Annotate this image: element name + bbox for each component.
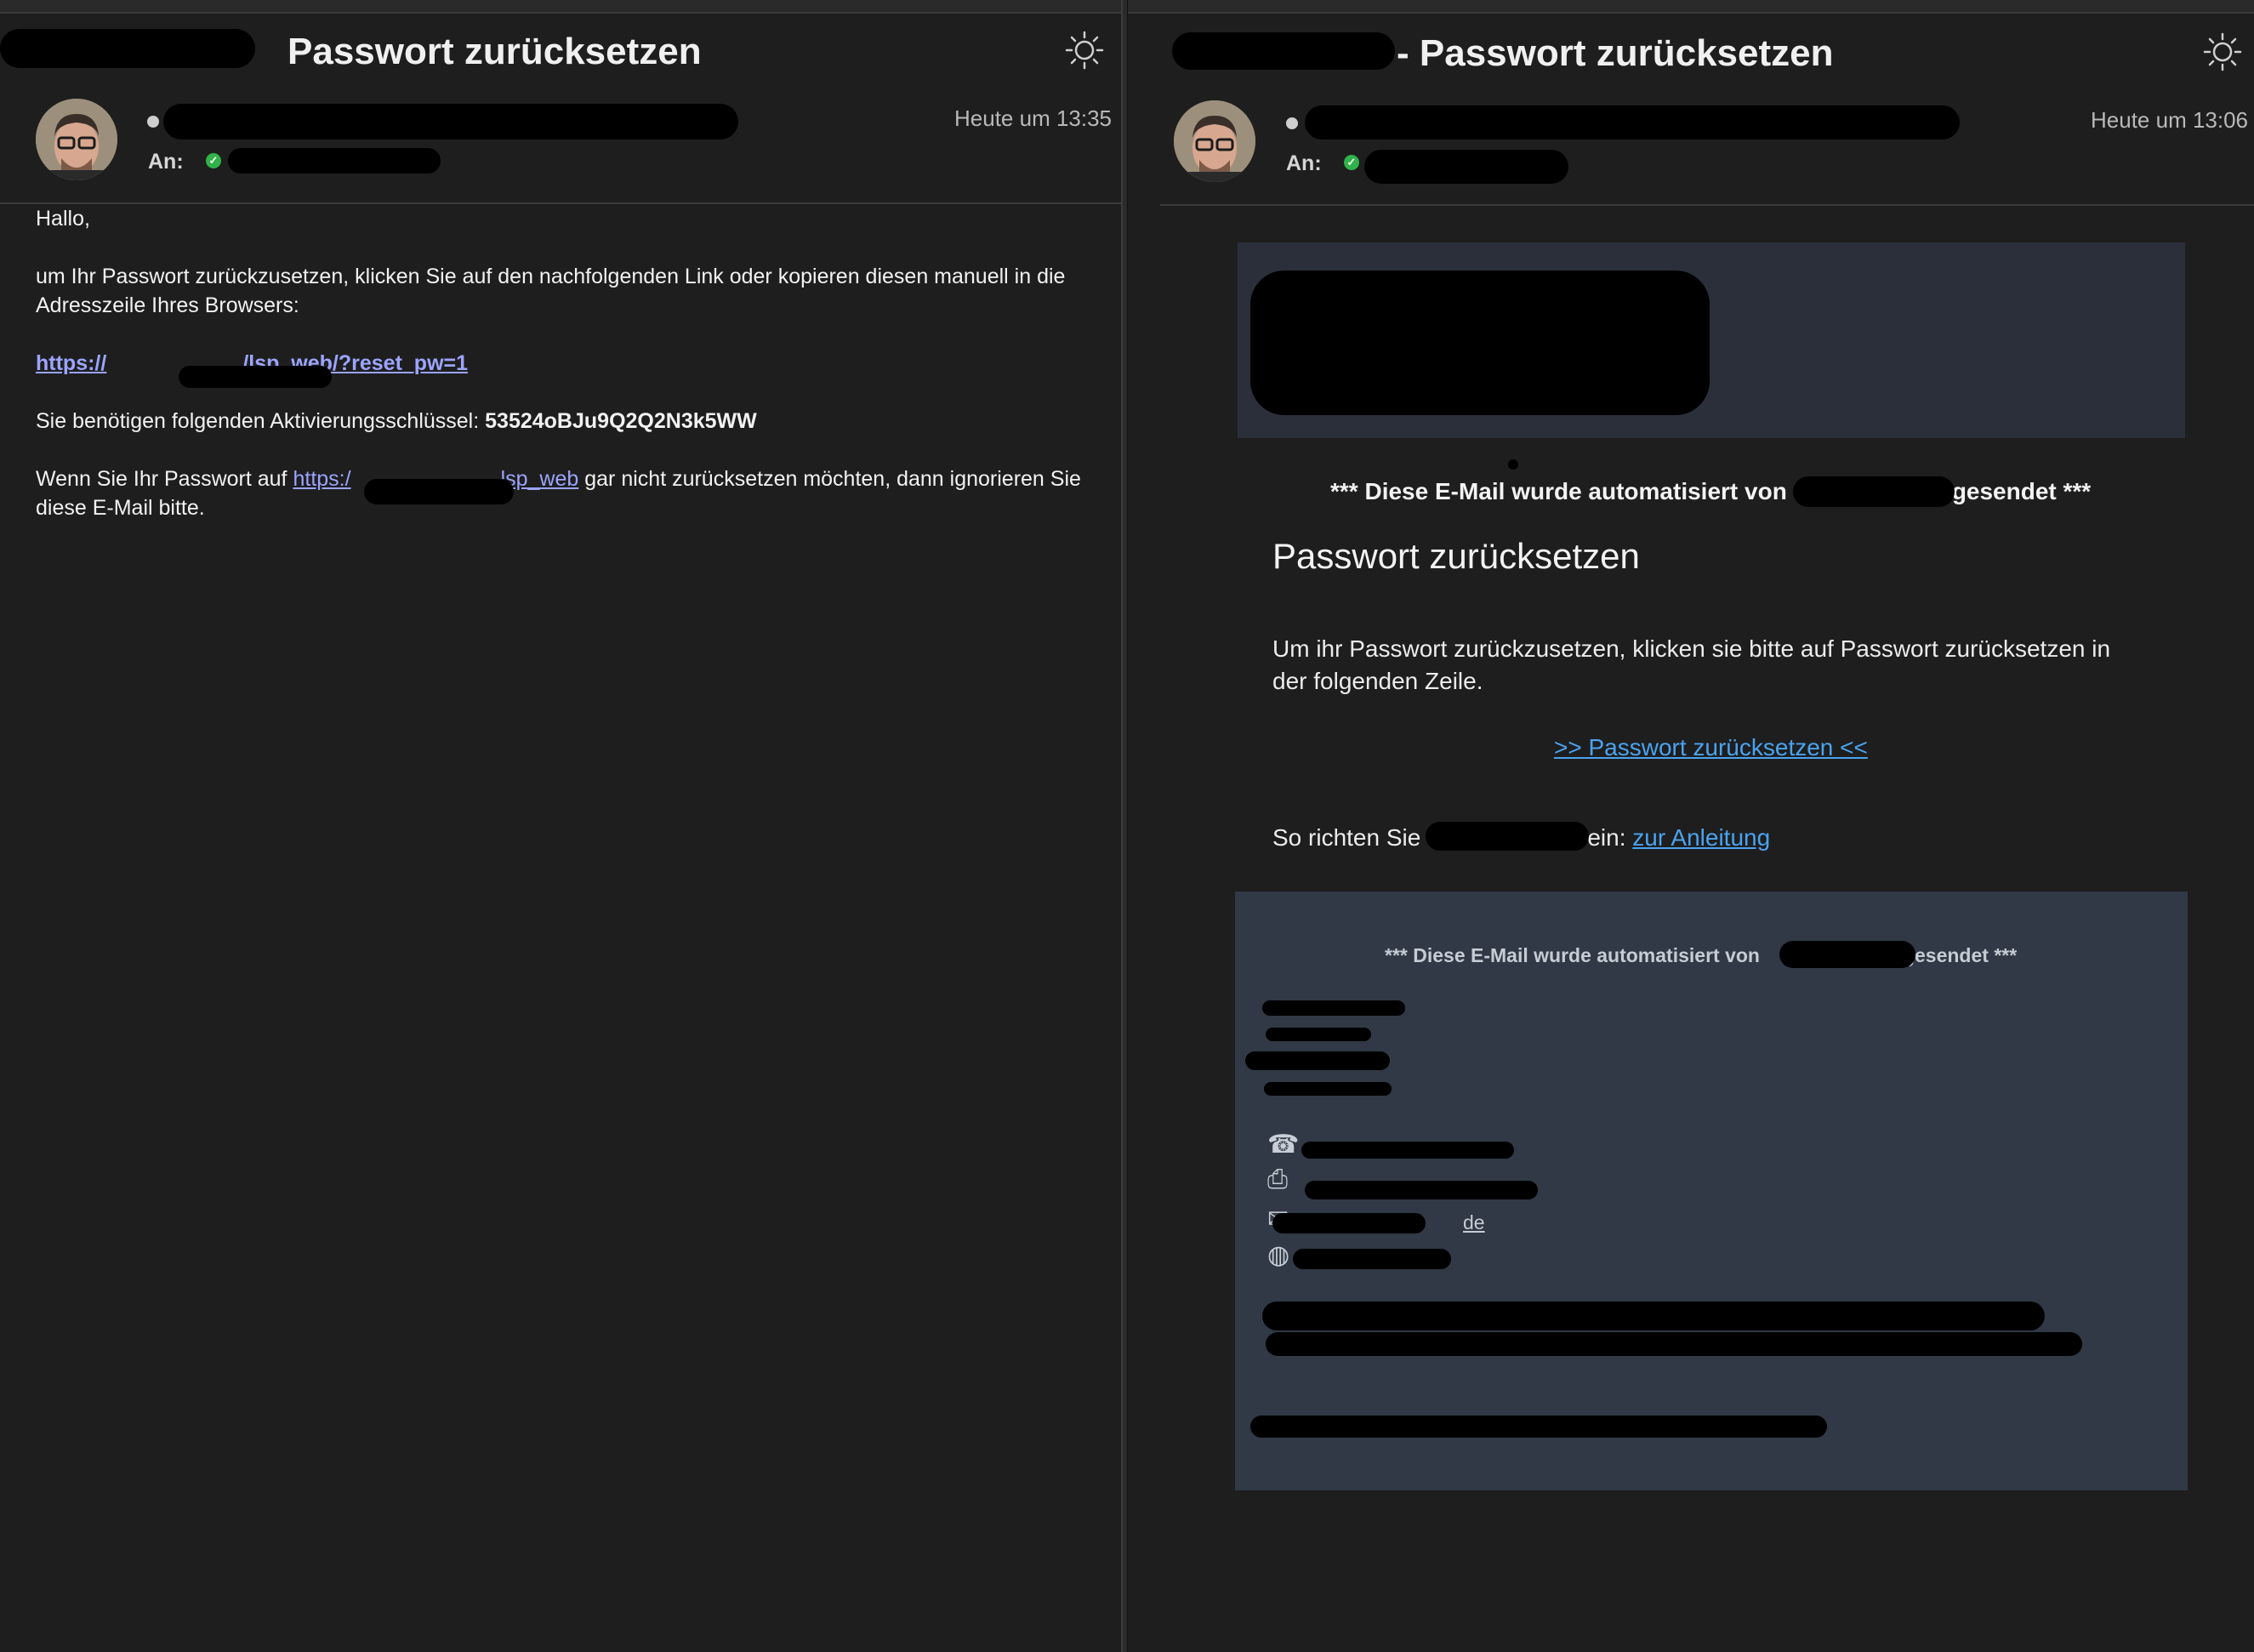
redacted-sender-name xyxy=(0,29,255,68)
left-timestamp: Heute um 13:35 xyxy=(954,105,1113,131)
redacted-phone xyxy=(1301,1142,1514,1159)
redacted-link-domain xyxy=(179,366,332,388)
redacted-sender-right xyxy=(1305,105,1960,140)
globe-icon: ◍ xyxy=(1267,1241,1290,1269)
auto-notice-post: gesendet *** xyxy=(1951,478,2092,504)
unread-indicator-right xyxy=(1286,117,1298,129)
reset-title: Passwort zurücksetzen xyxy=(1272,536,1640,576)
site-link-prefix: https:/ xyxy=(293,467,351,491)
redacted-address-2 xyxy=(1266,1028,1371,1041)
redacted-logo xyxy=(1250,271,1710,415)
sender-avatar-right[interactable] xyxy=(1174,100,1255,182)
redacted-address-3 xyxy=(1245,1051,1390,1070)
intro-text: um Ihr Passwort zurückzusetzen, klicken … xyxy=(36,265,1066,317)
right-to-label: An: xyxy=(1286,151,1322,175)
greeting: Hallo, xyxy=(36,207,90,231)
reset-password-link[interactable]: >> Passwort zurücksetzen << xyxy=(1554,732,1868,764)
redacted-support-text-2 xyxy=(1266,1332,2082,1356)
redacted-address-4 xyxy=(1264,1082,1392,1096)
redacted-website xyxy=(1293,1249,1451,1269)
reset-link-prefix: https:// xyxy=(36,351,107,375)
redacted-site-domain xyxy=(364,479,514,504)
redacted-app-name xyxy=(1426,822,1589,851)
setup-pre: So richten Sie xyxy=(1272,824,1421,851)
footer-notice-post: gesendet *** xyxy=(1902,944,2018,966)
redacted-fax xyxy=(1305,1181,1538,1199)
ignore-text-pre: Wenn Sie Ihr Passwort auf xyxy=(36,467,287,491)
footer-notice-pre: *** Diese E-Mail wurde automatisiert von xyxy=(1385,944,1760,966)
redacted-support-text-1 xyxy=(1262,1302,2045,1330)
activation-key-value: 53524oBJu9Q2Q2N3k5WW xyxy=(485,409,757,433)
redacted-address-1 xyxy=(1262,1000,1405,1016)
redacted-subject-prefix xyxy=(1172,32,1395,70)
fax-icon: ⎙ xyxy=(1267,1165,1288,1193)
verified-icon: ✓ xyxy=(206,153,221,168)
auto-notice: *** Diese E-Mail wurde automatisiert von… xyxy=(1330,478,2091,505)
appearance-toggle-icon[interactable] xyxy=(1065,31,1104,70)
setup-guide-link[interactable]: zur Anleitung xyxy=(1632,824,1770,851)
footer-notice: *** Diese E-Mail wurde automatisiert von… xyxy=(1385,944,2017,967)
verified-icon-right: ✓ xyxy=(1344,155,1359,170)
phone-icon: ☎ xyxy=(1267,1131,1300,1159)
right-timestamp: Heute um 13:06 xyxy=(2091,107,2249,133)
appearance-toggle-icon-right[interactable] xyxy=(2203,32,2242,71)
activation-key-line: Sie benötigen folgenden Aktivierungsschl… xyxy=(36,407,1107,436)
auto-notice-pre: *** Diese E-Mail wurde automatisiert von xyxy=(1330,478,1787,504)
activation-key-label: Sie benötigen folgenden Aktivierungsschl… xyxy=(36,409,480,433)
left-to-label: An: xyxy=(148,150,184,174)
redacted-recipient xyxy=(228,148,441,174)
pane-divider[interactable] xyxy=(1121,0,1128,1652)
reset-instructions: Um ihr Passwort zurückzusetzen, klicken … xyxy=(1272,635,2111,694)
setup-mid: ein: xyxy=(1587,824,1626,851)
redacted-signature xyxy=(1250,1416,1827,1438)
unread-indicator xyxy=(147,116,159,128)
left-subject: Passwort zurücksetzen xyxy=(287,31,702,72)
right-subject: - Passwort zurücksetzen xyxy=(1397,32,1834,74)
redacted-sender xyxy=(163,104,738,140)
ignore-text: Wenn Sie Ihr Passwort auf https:/lsp_web… xyxy=(36,464,1107,522)
redacted-recipient-right xyxy=(1364,150,1568,184)
left-message-body: Hallo, um Ihr Passwort zurückzusetzen, k… xyxy=(36,204,1107,522)
footer-email-link[interactable]: de xyxy=(1463,1211,1485,1234)
header-divider-right xyxy=(1160,204,2254,206)
redacted-company xyxy=(1793,476,1955,507)
redacted-email-local xyxy=(1272,1213,1426,1233)
redacted-footer-company xyxy=(1779,941,1915,968)
bullet-dot xyxy=(1508,459,1518,470)
sender-avatar[interactable] xyxy=(36,99,117,180)
